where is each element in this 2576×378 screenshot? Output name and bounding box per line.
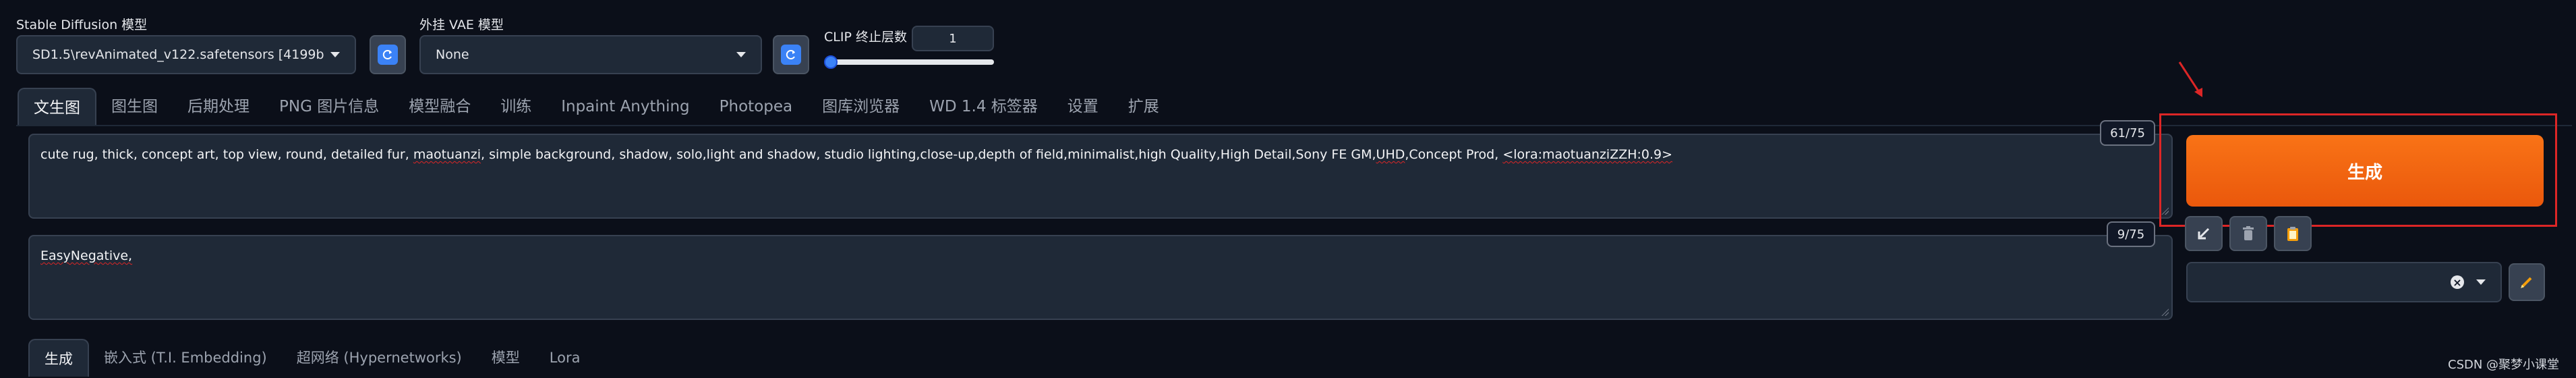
tab-train[interactable]: 训练	[486, 88, 546, 126]
refresh-icon	[781, 45, 801, 65]
prompt-textarea[interactable]: cute rug, thick, concept art, top view, …	[28, 134, 2173, 219]
refresh-model-button[interactable]	[370, 35, 406, 74]
watermark: CSDN @聚梦小课堂	[2448, 358, 2560, 372]
prompt-text-part: cute rug, thick, concept art, top view, …	[40, 147, 413, 162]
clip-slider-handle[interactable]	[824, 55, 838, 69]
tab-generation[interactable]: 生成	[28, 339, 89, 377]
chevron-down-icon	[330, 52, 340, 57]
trash-icon	[2243, 226, 2254, 240]
clip-slider-track[interactable]	[828, 59, 994, 65]
prompt-text-part: , simple background, shadow, solo,light …	[481, 147, 1376, 162]
prompt-token-counter: 61/75	[2100, 120, 2155, 146]
tab-hypernetworks[interactable]: 超网络 (Hypernetworks)	[282, 339, 477, 377]
styles-button[interactable]	[2274, 216, 2312, 251]
tab-photopea[interactable]: Photopea	[705, 88, 807, 126]
resize-handle-icon[interactable]	[2161, 308, 2169, 316]
negative-prompt-text: EasyNegative,	[40, 248, 133, 263]
clipboard-icon	[2287, 227, 2298, 241]
chevron-down-icon	[2476, 279, 2486, 285]
tab-extras[interactable]: 后期处理	[173, 88, 264, 126]
model-label: Stable Diffusion 模型	[16, 18, 148, 32]
pencil-icon	[2521, 277, 2532, 288]
tab-txt2img[interactable]: 文生图	[18, 88, 96, 126]
tab-image-browser[interactable]: 图库浏览器	[807, 88, 914, 126]
styles-select[interactable]: ×	[2186, 262, 2502, 302]
tab-wd-tagger[interactable]: WD 1.4 标签器	[914, 88, 1053, 126]
arrow-down-left-icon	[2198, 227, 2210, 240]
prompt-text-marked: maotuanzi	[413, 147, 481, 162]
tab-lora[interactable]: Lora	[535, 339, 595, 377]
read-params-button[interactable]	[2185, 216, 2223, 251]
model-select[interactable]: SD1.5\revAnimated_v122.safetensors [4199…	[16, 35, 356, 74]
generate-button[interactable]: 生成	[2186, 135, 2544, 207]
main-tabs: 文生图 图生图 后期处理 PNG 图片信息 模型融合 训练 Inpaint An…	[18, 88, 1174, 126]
tab-img2img[interactable]: 图生图	[96, 88, 173, 126]
tab-checkpoints[interactable]: 模型	[477, 339, 535, 377]
negative-prompt-textarea[interactable]: EasyNegative,	[28, 235, 2173, 320]
refresh-icon	[378, 45, 398, 65]
negative-token-counter: 9/75	[2107, 221, 2155, 247]
tab-extensions[interactable]: 扩展	[1113, 88, 1174, 126]
tab-textual-inversion[interactable]: 嵌入式 (T.I. Embedding)	[89, 339, 282, 377]
chevron-down-icon	[736, 52, 746, 57]
vae-label: 外挂 VAE 模型	[419, 18, 504, 32]
clear-prompt-button[interactable]	[2229, 216, 2267, 251]
red-arrow-icon	[2178, 61, 2202, 97]
prompt-text-marked: UHD	[1376, 147, 1405, 162]
refresh-vae-button[interactable]	[773, 35, 809, 74]
clip-label: CLIP 终止层数	[824, 30, 907, 45]
vae-select-value: None	[436, 47, 469, 62]
vae-select[interactable]: None	[419, 35, 762, 74]
prompt-text-part: ,Concept Prod,	[1405, 147, 1503, 162]
tab-png-info[interactable]: PNG 图片信息	[264, 88, 394, 126]
model-select-value: SD1.5\revAnimated_v122.safetensors [4199…	[32, 47, 324, 62]
tab-merge[interactable]: 模型融合	[394, 88, 486, 126]
tab-inpaint-anything[interactable]: Inpaint Anything	[546, 88, 704, 126]
edit-styles-button[interactable]	[2509, 263, 2545, 301]
tab-settings[interactable]: 设置	[1053, 88, 1113, 126]
prompt-text-marked: <lora:maotuanziZZH:0.9>	[1502, 147, 1673, 162]
clip-value-input[interactable]: 1	[912, 26, 994, 51]
bottom-tabs: 生成 嵌入式 (T.I. Embedding) 超网络 (Hypernetwor…	[28, 339, 595, 377]
clear-icon[interactable]: ×	[2451, 275, 2464, 289]
